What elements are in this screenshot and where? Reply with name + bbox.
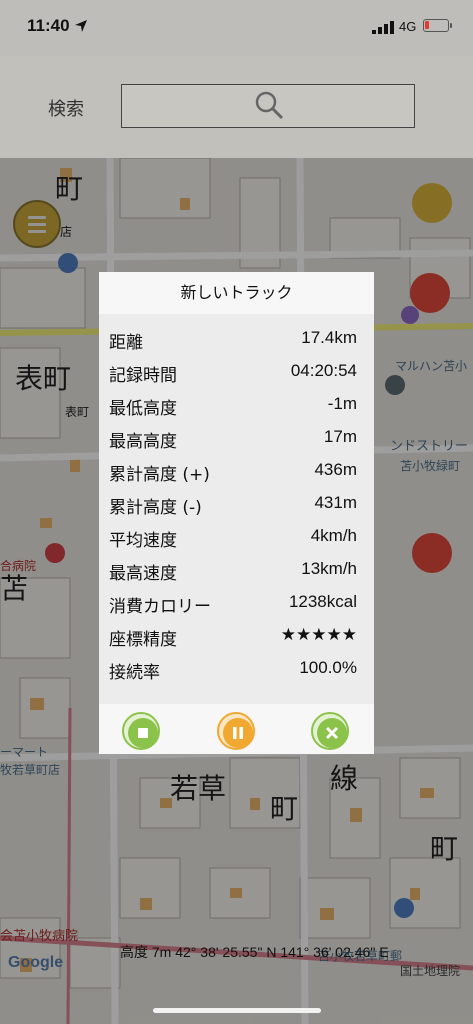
battery-icon: [423, 19, 449, 32]
stat-row-distance: 距離 17.4km: [109, 328, 357, 361]
stat-label: 記録時間: [109, 366, 177, 386]
network-type: 4G: [399, 19, 417, 34]
home-indicator[interactable]: [153, 1008, 321, 1013]
stat-row-calories: 消費カロリー 1238kcal: [109, 592, 357, 625]
stat-row-elevation-loss: 累計高度 (-) 431m: [109, 493, 357, 526]
stat-row-connection-rate: 接続率 100.0%: [109, 658, 357, 691]
pause-icon: [233, 727, 243, 739]
stat-value: 17m: [323, 427, 357, 446]
stat-label: 累計高度 (-): [109, 498, 202, 518]
stat-value: 431m: [314, 493, 357, 512]
search-icon: [255, 91, 284, 120]
search-bar: 検索: [0, 56, 473, 158]
stat-row-min-altitude: 最低高度 -1m: [109, 394, 357, 427]
dialog-title: 新しいトラック: [180, 283, 293, 302]
pause-button[interactable]: [217, 712, 255, 750]
stat-row-elevation-gain: 累計高度 (+) 436m: [109, 460, 357, 493]
clock: 11:40: [27, 16, 70, 35]
stat-value: 436m: [314, 460, 357, 479]
stat-label: 最高速度: [109, 564, 177, 584]
stat-value: 04:20:54: [290, 361, 357, 380]
stat-label: 最低高度: [109, 399, 177, 419]
stat-label: 座標精度: [109, 630, 177, 650]
stat-value: 4km/h: [310, 526, 357, 545]
search-label: 検索: [48, 99, 84, 120]
stat-value: 1238kcal: [288, 592, 357, 611]
track-summary-dialog: 新しいトラック 距離 17.4km 記録時間 04:20:54 最低高度 -1m…: [99, 272, 374, 754]
stat-label: 消費カロリー: [109, 597, 211, 617]
cancel-button[interactable]: [311, 712, 349, 750]
stat-label: 平均速度: [109, 531, 177, 551]
track-stats: 距離 17.4km 記録時間 04:20:54 最低高度 -1m 最高高度 17…: [99, 314, 374, 704]
stop-button[interactable]: [122, 712, 160, 750]
stop-icon: [138, 728, 148, 738]
stat-label: 接続率: [109, 663, 160, 683]
status-bar: 11:40 4G: [0, 0, 473, 56]
stat-value: -1m: [327, 394, 357, 413]
stat-value: 13km/h: [301, 559, 357, 578]
stat-row-duration: 記録時間 04:20:54: [109, 361, 357, 394]
location-arrow-icon: [75, 20, 87, 32]
close-icon: [325, 726, 339, 740]
stat-label: 最高高度: [109, 432, 177, 452]
stat-row-avg-speed: 平均速度 4km/h: [109, 526, 357, 559]
signal-icon: [372, 21, 394, 34]
stat-row-max-altitude: 最高高度 17m: [109, 427, 357, 460]
stat-value: 100.0%: [299, 658, 357, 677]
stat-label: 累計高度 (+): [109, 465, 210, 485]
stat-value-stars: ★★★★★: [280, 625, 357, 644]
stat-value: 17.4km: [301, 328, 357, 347]
stat-row-accuracy: 座標精度 ★★★★★: [109, 625, 357, 658]
stat-row-max-speed: 最高速度 13km/h: [109, 559, 357, 592]
search-input[interactable]: [121, 84, 415, 128]
dialog-actions: [99, 704, 374, 754]
stat-label: 距離: [109, 333, 143, 353]
